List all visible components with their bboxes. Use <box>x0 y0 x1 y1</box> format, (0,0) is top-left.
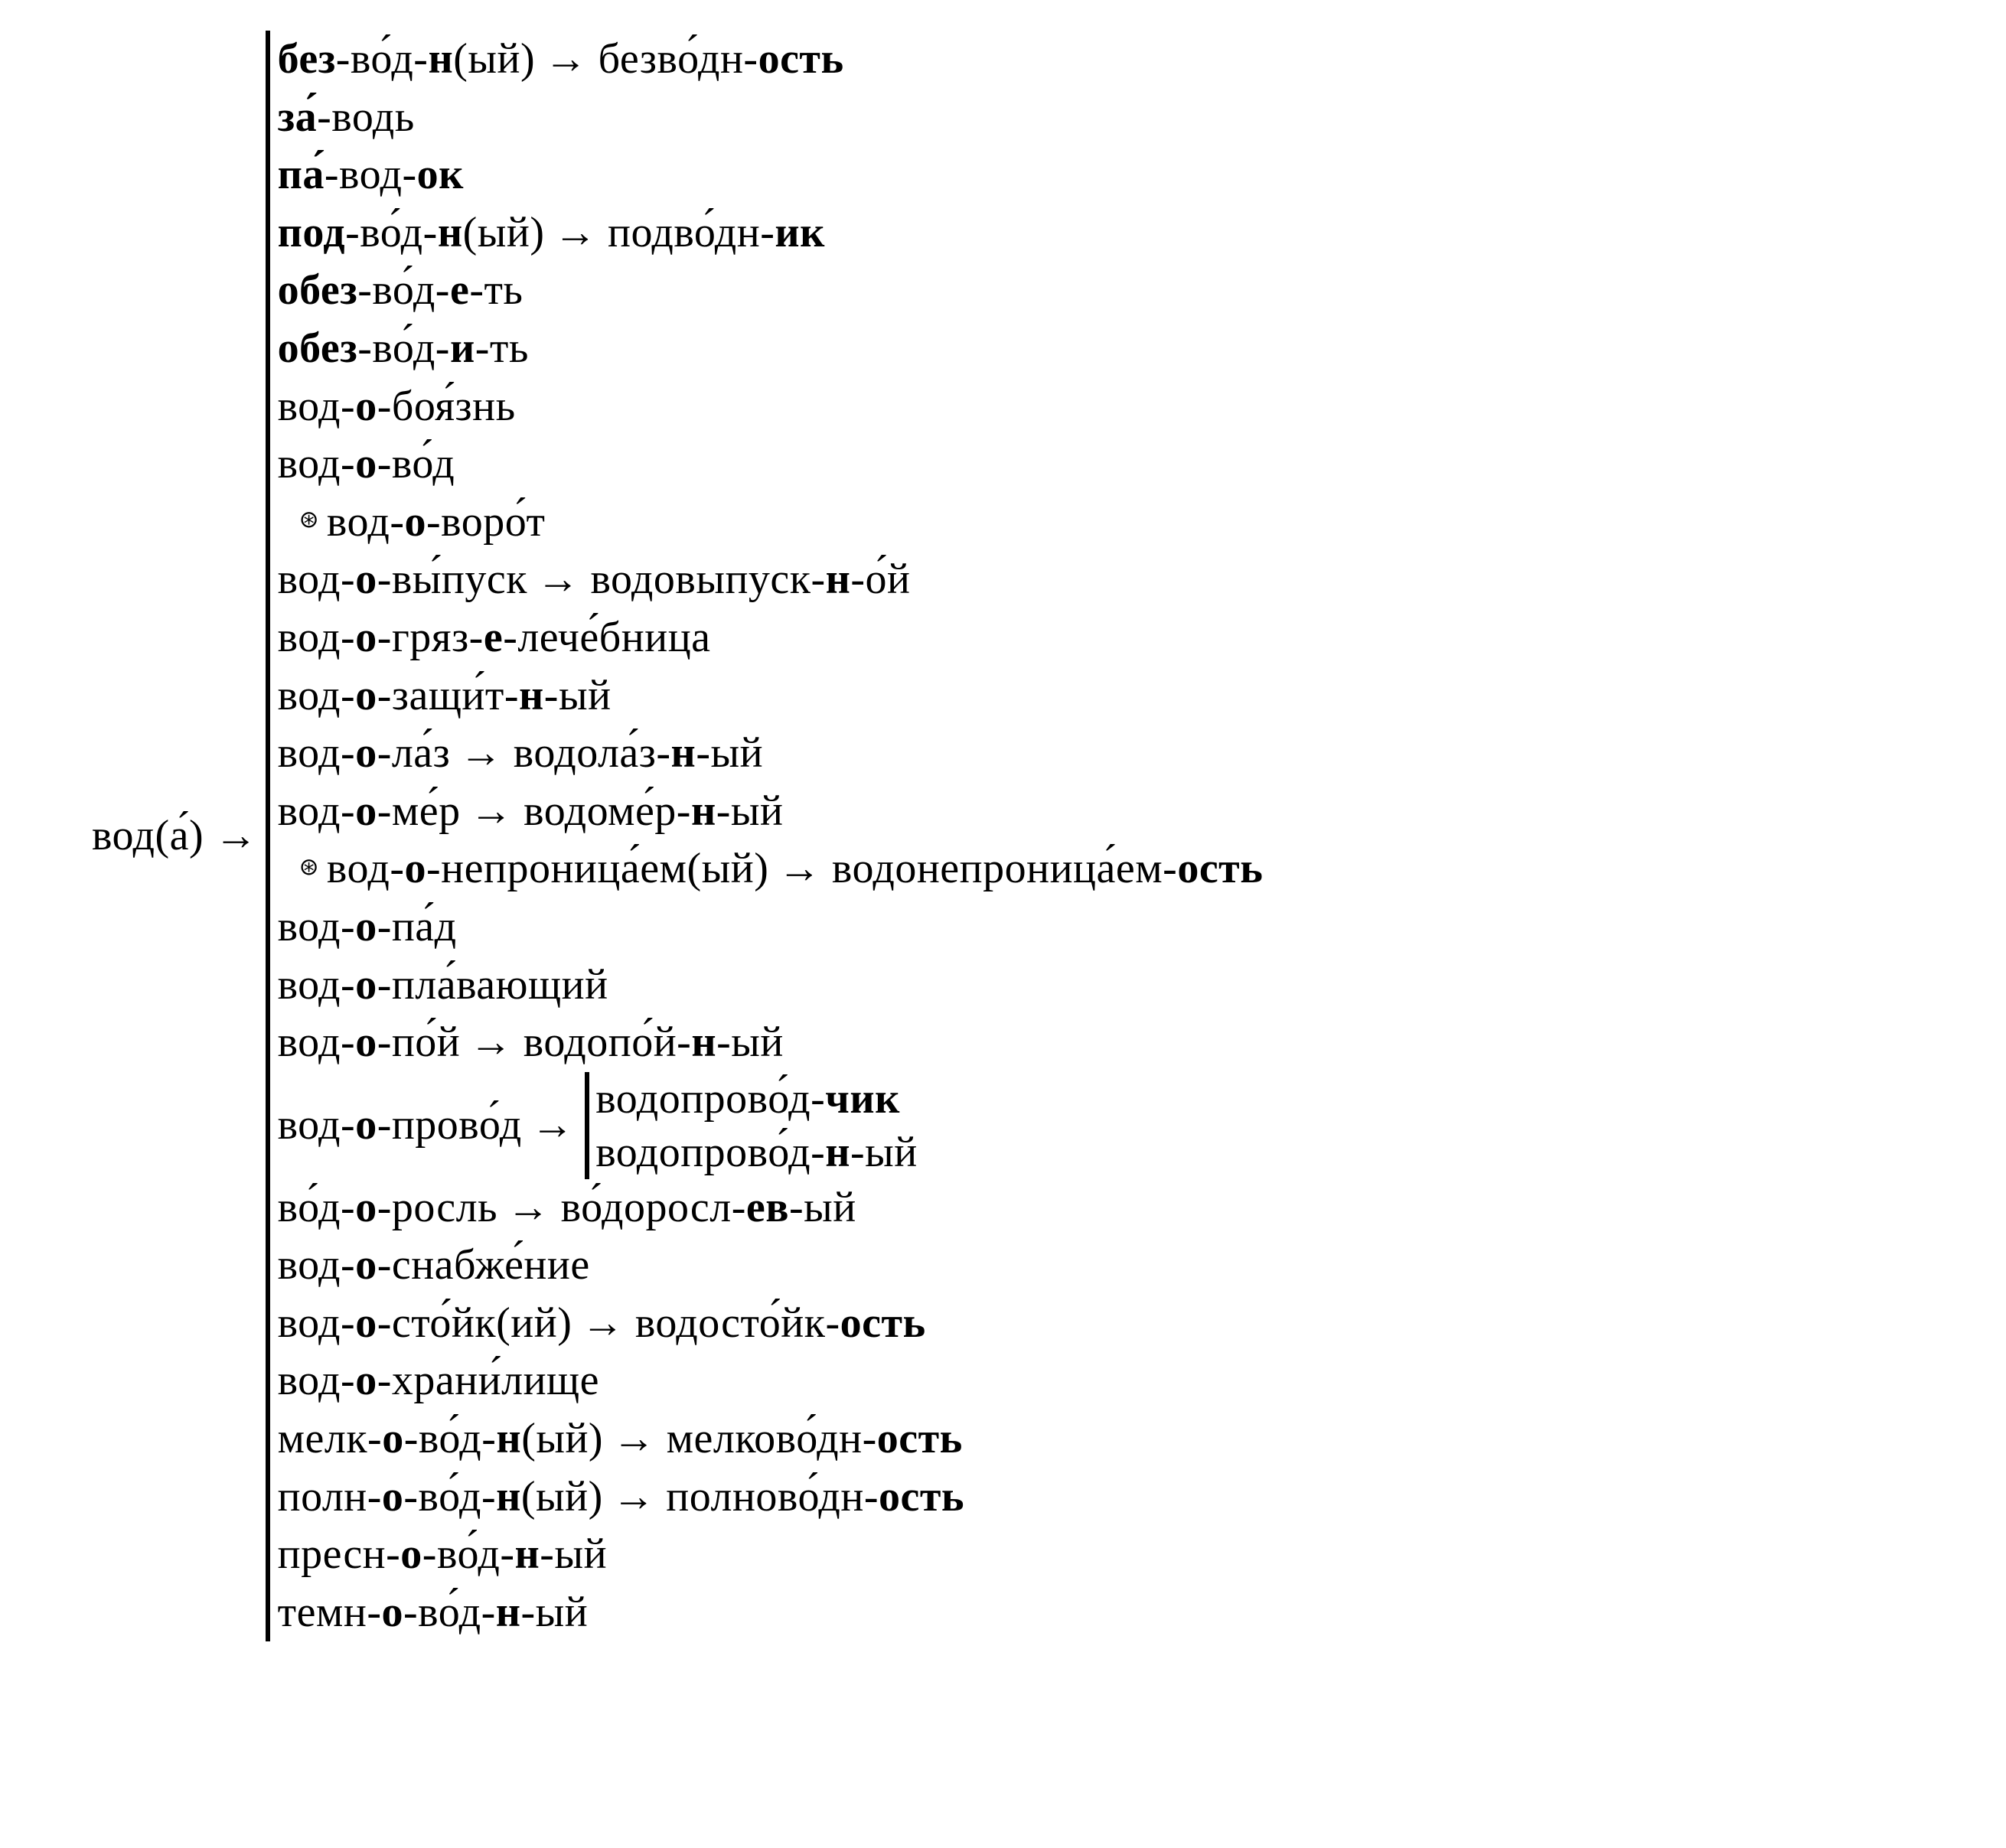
bullet-icon: ⊛ <box>299 856 327 879</box>
derivation-row: пресн-о-во́д-н-ый <box>278 1526 1264 1584</box>
word-segment: вод-о-вы́пуск <box>278 551 527 609</box>
word-segment: полново́дн-ость <box>666 1468 964 1527</box>
word-segment: полн-о-во́д-н(ый) <box>278 1468 603 1527</box>
arrow-icon: → <box>544 204 608 262</box>
derivation-row: ⊛вод-о-непроница́ем(ый)→водонепроница́ем… <box>278 840 1264 898</box>
derivation-row: вод-о-пла́вающий <box>278 957 1264 1015</box>
arrow-icon: → <box>460 1014 524 1072</box>
derivation-row: вод-о-гряз-е-лече́бница <box>278 609 1264 667</box>
derivation-row: под-во́д-н(ый)→подво́дн-ик <box>278 204 1264 262</box>
word-segment: вод-о-во́д <box>278 435 455 494</box>
derivation-row: вод-о-боя́знь <box>278 378 1264 436</box>
word-segment: вод-о-гряз-е-лече́бница <box>278 609 711 667</box>
derivation-row: вод-о-сто́йк(ий)→водосто́йк-ость <box>278 1295 1264 1353</box>
derivation-row: вод-о-па́д <box>278 898 1264 957</box>
word-segment: вод-о-по́й <box>278 1014 461 1072</box>
derivation-list: без-во́д-н(ый)→безво́дн-остьза́-водьпа́-… <box>266 31 1264 1641</box>
word-segment: вод-о-прово́д <box>278 1097 522 1155</box>
word-segment: подво́дн-ик <box>608 204 825 262</box>
derivation-row: вод-о-снабже́ние <box>278 1237 1264 1295</box>
word-segment: обез-во́д-и-ть <box>278 320 529 378</box>
word-segment: па́-вод-ок <box>278 146 464 204</box>
derivation-row: обез-во́д-е-ть <box>278 262 1264 320</box>
word-segment: вод-о-па́д <box>278 898 457 957</box>
word-segment: вод-о-защи́т-н-ый <box>278 667 612 725</box>
derivation-row: вод-о-ла́з→водола́з-н-ый <box>278 725 1264 783</box>
word-segment: водопрово́д-чик <box>595 1072 900 1126</box>
arrow-icon: → <box>497 1179 561 1237</box>
word-segment: за́-водь <box>278 89 415 147</box>
arrow-icon: → <box>768 840 832 898</box>
derivation-row: во́д-о-росль→во́доросл-ев-ый <box>278 1179 1264 1237</box>
word-segment: вод-о-снабже́ние <box>278 1237 590 1295</box>
arrow-icon: → <box>603 1410 667 1468</box>
word-segment: водопрово́д-н-ый <box>595 1126 918 1179</box>
derivation-row: вод-о-храни́лище <box>278 1352 1264 1410</box>
derivation-row: вод-о-вы́пуск→водовыпуск-н-о́й <box>278 551 1264 609</box>
word-segment: обез-во́д-е-ть <box>278 262 524 320</box>
nested-derivation-list: водопрово́д-чикводопрово́д-н-ый <box>585 1072 918 1179</box>
root-word: вод(а́) <box>92 807 210 865</box>
word-segment: водонепроница́ем-ость <box>832 840 1263 898</box>
arrow-icon: → <box>603 1468 667 1527</box>
word-segment: мелк-о-во́д-н(ый) <box>278 1410 603 1468</box>
word-segment: водопо́й-н-ый <box>524 1014 784 1072</box>
derivation-row: без-во́д-н(ый)→безво́дн-ость <box>278 31 1264 89</box>
arrow-icon: → <box>210 807 266 865</box>
arrow-icon: → <box>572 1295 635 1353</box>
word-segment: мелково́дн-ость <box>667 1410 963 1468</box>
word-segment: пресн-о-во́д-н-ый <box>278 1526 607 1584</box>
word-segment: вод-о-ме́р <box>278 783 461 841</box>
word-segment: водосто́йк-ость <box>635 1295 926 1353</box>
word-segment: вод-о-сто́йк(ий) <box>278 1295 572 1353</box>
derivation-row: вод-о-во́д <box>278 435 1264 494</box>
derivation-row: па́-вод-ок <box>278 146 1264 204</box>
word-segment: водовыпуск-н-о́й <box>590 551 910 609</box>
derivation-row: водопрово́д-н-ый <box>595 1126 918 1179</box>
derivation-row: вод-о-ме́р→водоме́р-н-ый <box>278 783 1264 841</box>
word-segment: вод-о-воро́т <box>327 494 546 552</box>
word-segment: водоме́р-н-ый <box>524 783 783 841</box>
derivation-row-nested: вод-о-прово́д→водопрово́д-чикводопрово́д… <box>278 1072 1264 1179</box>
derivation-row: вод-о-защи́т-н-ый <box>278 667 1264 725</box>
derivation-row: водопрово́д-чик <box>595 1072 918 1126</box>
derivation-row: темн-о-во́д-н-ый <box>278 1584 1264 1642</box>
derivation-row: мелк-о-во́д-н(ый)→мелково́дн-ость <box>278 1410 1264 1468</box>
derivation-row: вод-о-по́й→водопо́й-н-ый <box>278 1014 1264 1072</box>
arrow-icon: → <box>527 551 591 609</box>
derivation-row: обез-во́д-и-ть <box>278 320 1264 378</box>
word-segment: вод-о-пла́вающий <box>278 957 608 1015</box>
word-segment: вод-о-непроница́ем(ый) <box>327 840 768 898</box>
arrow-icon: → <box>535 31 599 89</box>
derivation-row: полн-о-во́д-н(ый)→полново́дн-ость <box>278 1468 1264 1527</box>
word-segment: без-во́д-н(ый) <box>278 31 536 89</box>
arrow-icon: → <box>461 783 524 841</box>
word-segment: темн-о-во́д-н-ый <box>278 1584 589 1642</box>
word-segment: безво́дн-ость <box>599 31 844 89</box>
derivation-row: за́-водь <box>278 89 1264 147</box>
word-segment: во́д-о-росль <box>278 1179 497 1237</box>
arrow-icon: → <box>450 725 514 783</box>
derivation-row: ⊛вод-о-воро́т <box>278 494 1264 552</box>
arrow-icon: → <box>522 1097 585 1155</box>
word-segment: водола́з-н-ый <box>514 725 763 783</box>
word-family-diagram: вод(а́) → без-во́д-н(ый)→безво́дн-остьза… <box>92 31 1975 1641</box>
word-segment: под-во́д-н(ый) <box>278 204 545 262</box>
word-segment: вод-о-ла́з <box>278 725 451 783</box>
word-segment: во́доросл-ев-ый <box>561 1179 856 1237</box>
bullet-icon: ⊛ <box>299 508 327 532</box>
word-segment: вод-о-боя́знь <box>278 378 516 436</box>
word-segment: вод-о-храни́лище <box>278 1352 599 1410</box>
